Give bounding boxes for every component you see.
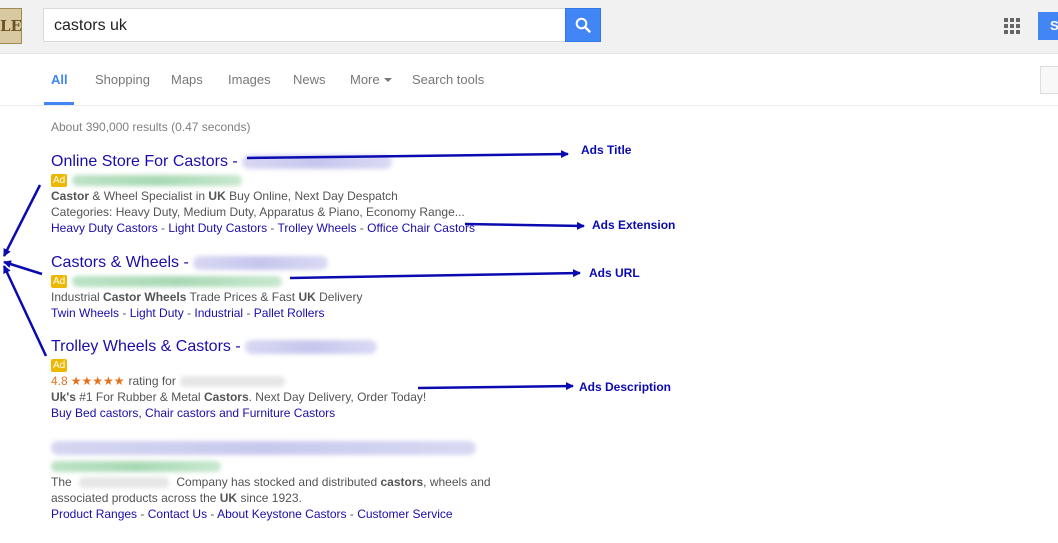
annotation-ads-url: Ads URL xyxy=(589,266,640,280)
arrow-ads-description xyxy=(417,382,574,391)
arrow-ad-label-1 xyxy=(2,184,42,257)
arrow-ad-label-2 xyxy=(3,260,43,276)
arrow-ads-extension xyxy=(464,221,585,230)
arrow-ads-title xyxy=(246,150,569,160)
annotation-ads-extension: Ads Extension xyxy=(592,218,676,232)
annotation-arrows xyxy=(2,150,585,391)
arrow-ad-label-3 xyxy=(2,265,48,357)
arrow-ads-url xyxy=(289,269,581,280)
annotation-ads-description: Ads Description xyxy=(579,380,672,394)
annotation-ads-title: Ads Title xyxy=(581,143,632,157)
